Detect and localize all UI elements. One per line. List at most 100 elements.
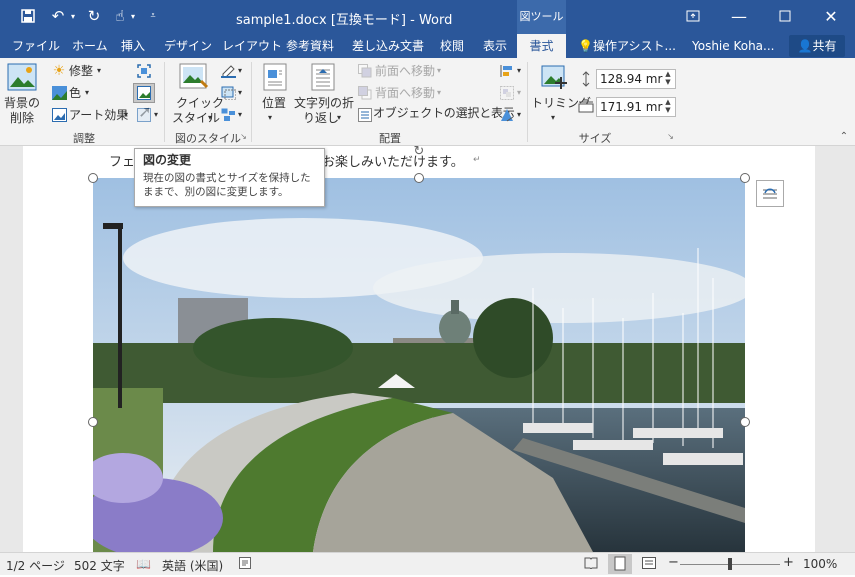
picture-border-icon[interactable] (220, 63, 236, 79)
share-button[interactable]: 👤共有 (789, 35, 845, 57)
width-icon (578, 98, 594, 116)
resize-handle-top-left[interactable] (88, 173, 98, 183)
width-spinner[interactable]: ▲ ▼ (662, 98, 674, 114)
send-backward-icon[interactable] (357, 85, 373, 101)
artistic-dropdown-icon[interactable]: ▾ (124, 108, 128, 122)
resize-handle-top-right[interactable] (740, 173, 750, 183)
macro-icon[interactable] (239, 557, 251, 572)
corrections-button[interactable]: 修整 (69, 64, 93, 78)
wrap-text-label-1[interactable]: 文字列の折 (294, 96, 354, 110)
color-dropdown-icon[interactable]: ▾ (85, 86, 89, 100)
tab-references[interactable]: 参考資料 (286, 34, 334, 58)
proofing-icon[interactable]: 📖 (136, 557, 151, 571)
resize-handle-left[interactable] (88, 417, 98, 427)
effects-dropdown-icon[interactable]: ▾ (238, 86, 242, 100)
rotate-dropdown-icon[interactable]: ▾ (517, 108, 521, 122)
position-label[interactable]: 位置 (262, 96, 286, 110)
wrap-text-label-2[interactable]: り返し (303, 111, 339, 125)
align-icon[interactable] (499, 63, 515, 79)
ribbon-display-options-icon[interactable] (670, 0, 716, 32)
save-icon[interactable] (16, 5, 40, 27)
layout-dropdown-icon[interactable]: ▾ (238, 108, 242, 122)
tab-file[interactable]: ファイル (12, 34, 60, 58)
selection-pane-label[interactable]: オブジェクトの選択と表示 (373, 105, 515, 121)
color-icon[interactable] (51, 85, 67, 101)
zoom-level[interactable]: 100% (803, 557, 837, 571)
person-icon: 👤 (797, 39, 813, 53)
crop-dropdown-icon[interactable]: ▾ (551, 111, 555, 125)
print-layout-icon (614, 556, 626, 571)
bring-forward-icon[interactable] (357, 63, 373, 79)
wrap-text-icon[interactable] (310, 62, 336, 92)
height-icon (578, 70, 594, 88)
web-layout-icon[interactable] (642, 557, 656, 572)
selected-picture[interactable] (93, 178, 745, 552)
artistic-effects-icon[interactable] (51, 107, 67, 123)
resize-handle-right[interactable] (740, 417, 750, 427)
customize-qat-icon[interactable]: ⩡ (146, 5, 160, 27)
quick-styles-dropdown-icon[interactable]: ▾ (208, 111, 212, 125)
tab-review[interactable]: 校閲 (440, 34, 464, 58)
position-dropdown-icon[interactable]: ▾ (268, 111, 272, 125)
group-dropdown-icon[interactable]: ▾ (517, 86, 521, 100)
send-backward-dropdown-icon[interactable]: ▾ (437, 86, 441, 100)
language-status[interactable]: 英語 (米国) (162, 557, 223, 574)
picture-effects-icon[interactable] (220, 85, 236, 101)
tab-layout[interactable]: レイアウト (222, 34, 282, 58)
reset-dropdown-icon[interactable]: ▾ (154, 108, 158, 122)
redo-icon[interactable]: ↻ (82, 5, 106, 27)
zoom-slider-thumb[interactable] (728, 558, 732, 570)
quick-styles-icon[interactable] (178, 62, 210, 92)
page-count[interactable]: 1/2 ページ (6, 557, 65, 574)
tab-home[interactable]: ホーム (72, 34, 108, 58)
zoom-out-icon[interactable]: − (668, 555, 679, 570)
zoom-in-icon[interactable]: + (783, 555, 794, 570)
send-backward-label[interactable]: 背面へ移動 (375, 86, 435, 100)
change-picture-icon[interactable] (133, 83, 155, 103)
touch-dropdown-icon[interactable]: ▾ (128, 5, 138, 27)
position-icon[interactable] (262, 62, 288, 92)
remove-background-icon[interactable] (6, 62, 38, 92)
color-button[interactable]: 色 (69, 86, 81, 100)
tab-mailings[interactable]: 差し込み文書 (352, 34, 424, 58)
tab-format[interactable]: 書式 (517, 34, 566, 58)
word-count[interactable]: 502 文字 (74, 557, 125, 574)
artistic-effects-button[interactable]: アート効果 (69, 108, 128, 122)
dialog-launcher-icon[interactable]: ↘ (239, 132, 248, 141)
tab-design[interactable]: デザイン (164, 34, 212, 58)
group-icon[interactable] (499, 85, 515, 101)
bring-forward-label[interactable]: 前面へ移動 (375, 64, 435, 78)
rotate-icon[interactable] (499, 107, 515, 123)
undo-icon[interactable]: ↶ (46, 5, 70, 27)
undo-dropdown-icon[interactable]: ▾ (68, 5, 78, 27)
wrap-dropdown-icon[interactable]: ▾ (337, 111, 341, 125)
close-icon[interactable]: ✕ (808, 0, 854, 32)
selection-pane-icon[interactable] (357, 107, 373, 123)
height-spinner[interactable]: ▲ ▼ (662, 70, 674, 86)
sun-icon[interactable]: ☀ (51, 63, 67, 79)
reset-picture-icon[interactable] (136, 107, 152, 123)
tab-insert[interactable]: 挿入 (121, 34, 145, 58)
bring-forward-dropdown-icon[interactable]: ▾ (437, 64, 441, 78)
tab-view[interactable]: 表示 (483, 34, 507, 58)
collapse-ribbon-icon[interactable]: ⌃ (838, 130, 850, 142)
user-name[interactable]: Yoshie Koha... (692, 34, 774, 58)
minimize-icon[interactable]: — (716, 0, 762, 32)
corrections-dropdown-icon[interactable]: ▾ (97, 64, 101, 78)
resize-handle-top[interactable] (414, 173, 424, 183)
border-dropdown-icon[interactable]: ▾ (238, 64, 242, 78)
separator (527, 62, 528, 142)
maximize-icon[interactable] (762, 0, 808, 32)
compress-pictures-icon[interactable] (136, 63, 152, 79)
picture-layout-icon[interactable] (220, 107, 236, 123)
separator (164, 62, 165, 142)
layout-options-button[interactable] (756, 180, 784, 207)
align-dropdown-icon[interactable]: ▾ (517, 64, 521, 78)
tell-me-button[interactable]: 💡操作アシスト... (578, 34, 676, 58)
crop-icon[interactable] (540, 62, 570, 92)
print-layout-button[interactable] (608, 554, 632, 574)
document-text-end: お楽しみいただけます。 (322, 155, 464, 170)
read-mode-icon[interactable] (584, 557, 598, 572)
rotate-handle-icon[interactable]: ↻ (410, 144, 428, 159)
size-dialog-launcher-icon[interactable]: ↘ (666, 132, 675, 141)
